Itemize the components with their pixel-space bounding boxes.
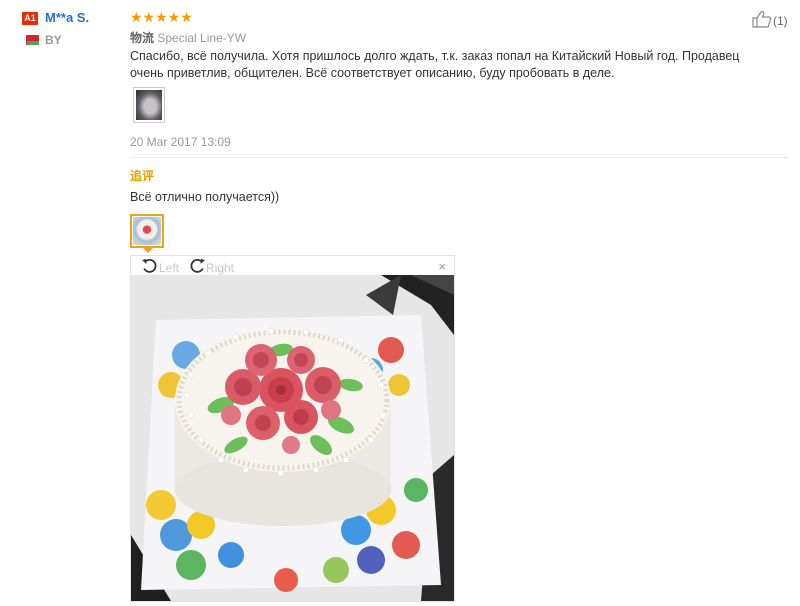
viewer-toolbar: Left Right × [131, 256, 454, 275]
review-photo-thumbnail[interactable] [133, 87, 165, 123]
divider [130, 157, 788, 158]
cake-photo [131, 275, 454, 601]
selected-thumbnail-caret [143, 248, 153, 253]
helpful-button[interactable]: (1) [752, 10, 788, 31]
reviewer-country: BY [45, 33, 62, 47]
reviewer-name[interactable]: M**a S. [45, 10, 89, 25]
rotate-left-label[interactable]: Left [159, 261, 179, 275]
thumbs-up-icon[interactable] [752, 10, 772, 31]
review-text: Спасибо, всё получила. Хотя пришлось дол… [130, 49, 740, 80]
rotate-right-label[interactable]: Right [206, 261, 234, 275]
close-icon[interactable]: × [438, 259, 446, 274]
review-date: 20 Mar 2017 13:09 [130, 135, 231, 149]
shipping-info: 物流 Special Line-YW [130, 29, 246, 46]
shipping-label: 物流 [130, 31, 155, 45]
followup-photo-thumbnail[interactable] [130, 214, 164, 248]
rating-stars: ★★★★★ [130, 9, 193, 25]
helpful-count: (1) [773, 13, 788, 28]
followup-text: Всё отлично получается)) [130, 190, 280, 204]
image-viewer: Left Right × [130, 255, 455, 602]
buyer-level-badge: A1 [22, 12, 38, 25]
belarus-flag-icon [23, 35, 39, 45]
followup-label: 追评 [130, 169, 155, 183]
shipping-method: Special Line-YW [157, 31, 247, 45]
